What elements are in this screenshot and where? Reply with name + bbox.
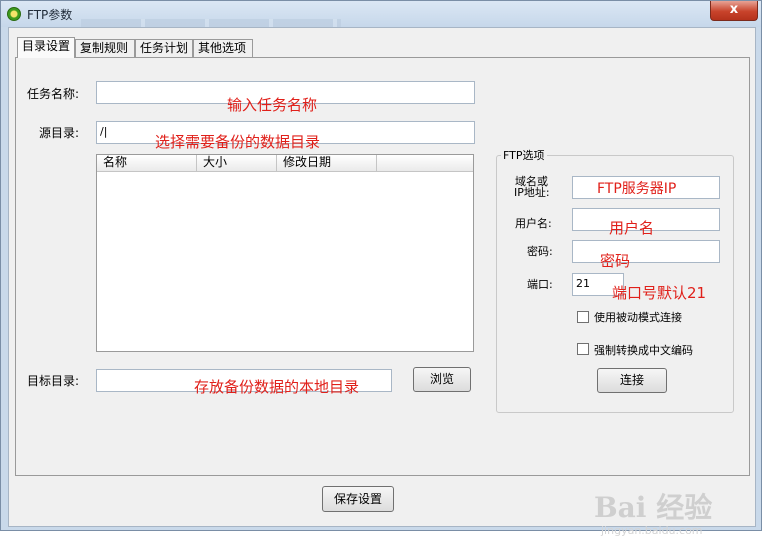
directory-settings-panel: 任务名称: 输入任务名称 源目录: /| 选择需要备份的数据目录 名称 大小 修… xyxy=(15,57,750,476)
password-annotation: 密码 xyxy=(600,252,631,270)
ftp-options-title: FTP选项 xyxy=(501,147,547,163)
connect-button[interactable]: 连接 xyxy=(597,368,667,393)
task-name-annotation: 输入任务名称 xyxy=(227,96,318,114)
target-dir-annotation: 存放备份数据的本地目录 xyxy=(194,378,360,396)
window-title: FTP参数 xyxy=(27,8,73,22)
app-icon xyxy=(7,7,21,21)
title-bar[interactable]: FTP参数 x xyxy=(1,1,761,27)
passive-mode-label: 使用被动模式连接 xyxy=(594,311,682,324)
password-input[interactable] xyxy=(572,240,720,263)
source-dir-label: 源目录: xyxy=(39,126,80,140)
tab-directory-settings[interactable]: 目录设置 xyxy=(17,37,75,58)
background-window-ghost xyxy=(81,19,341,27)
baidu-jingyan-watermark: Bai 经验 xyxy=(594,491,713,524)
save-settings-button[interactable]: 保存设置 xyxy=(322,486,394,512)
tab-other-options[interactable]: 其他选项 xyxy=(193,39,253,57)
tab-copy-rules[interactable]: 复制规则 xyxy=(75,39,135,57)
username-label: 用户名: xyxy=(515,217,552,230)
passive-mode-checkbox[interactable] xyxy=(577,311,589,323)
username-annotation: 用户名 xyxy=(609,219,655,237)
task-name-label: 任务名称: xyxy=(27,87,80,101)
domain-label-line2: IP地址: xyxy=(514,186,550,199)
ftp-params-window: FTP参数 x 目录设置 复制规则 任务计划 其他选项 任务名称: 输入任务名称… xyxy=(0,0,762,537)
close-button[interactable]: x xyxy=(710,1,758,21)
source-file-list[interactable]: 名称 大小 修改日期 xyxy=(96,154,474,352)
file-list-header: 名称 大小 修改日期 xyxy=(97,155,473,172)
port-label: 端口: xyxy=(527,278,553,291)
force-chinese-encoding-checkbox[interactable] xyxy=(577,343,589,355)
domain-annotation: FTP服务器IP xyxy=(597,181,677,197)
column-header-size[interactable]: 大小 xyxy=(197,155,277,171)
column-header-name[interactable]: 名称 xyxy=(97,155,197,171)
dialog-body: 目录设置 复制规则 任务计划 其他选项 任务名称: 输入任务名称 源目录: /|… xyxy=(8,27,756,537)
tab-task-schedule[interactable]: 任务计划 xyxy=(135,39,193,57)
force-chinese-encoding-label: 强制转换成中文编码 xyxy=(594,344,693,357)
source-dir-annotation: 选择需要备份的数据目录 xyxy=(155,133,321,151)
browse-button[interactable]: 浏览 xyxy=(413,367,471,392)
column-header-modified[interactable]: 修改日期 xyxy=(277,155,377,171)
target-dir-label: 目标目录: xyxy=(27,374,80,388)
password-label: 密码: xyxy=(527,245,553,258)
port-annotation: 端口号默认21 xyxy=(612,284,707,302)
